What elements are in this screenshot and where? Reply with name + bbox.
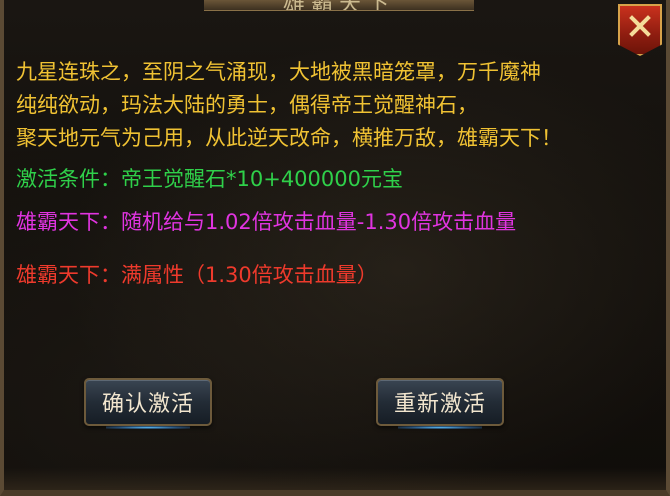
activation-panel: 雄霸天下 九星连珠之，至阴之气涌现，大地被黑暗笼罩，万千魔神 纯纯欲动，玛法大陆…	[0, 0, 670, 496]
description-line: 纯纯欲动，玛法大陆的勇士，偶得帝王觉醒神石，	[16, 93, 478, 117]
effect-random: 雄霸天下：随机给与1.02倍攻击血量-1.30倍攻击血量	[16, 210, 517, 234]
confirm-activation-button[interactable]: 确认激活	[84, 378, 212, 429]
window-title: 雄霸天下	[204, 0, 474, 10]
effect-full: 雄霸天下：满属性（1.30倍攻击血量）	[16, 263, 378, 287]
close-button[interactable]	[618, 4, 662, 56]
description-block: 九星连珠之，至阴之气涌现，大地被黑暗笼罩，万千魔神 纯纯欲动，玛法大陆的勇士，偶…	[16, 56, 656, 292]
reactivate-button[interactable]: 重新激活	[376, 378, 504, 429]
activation-condition: 激活条件：帝王觉醒石*10+400000元宝	[16, 167, 403, 191]
description-line: 聚天地元气为己用，从此逆天改命，横推万敌，雄霸天下！	[16, 126, 562, 150]
description-line: 九星连珠之，至阴之气涌现，大地被黑暗笼罩，万千魔神	[16, 60, 541, 84]
title-bar: 雄霸天下	[204, 0, 474, 11]
close-icon	[629, 15, 651, 37]
